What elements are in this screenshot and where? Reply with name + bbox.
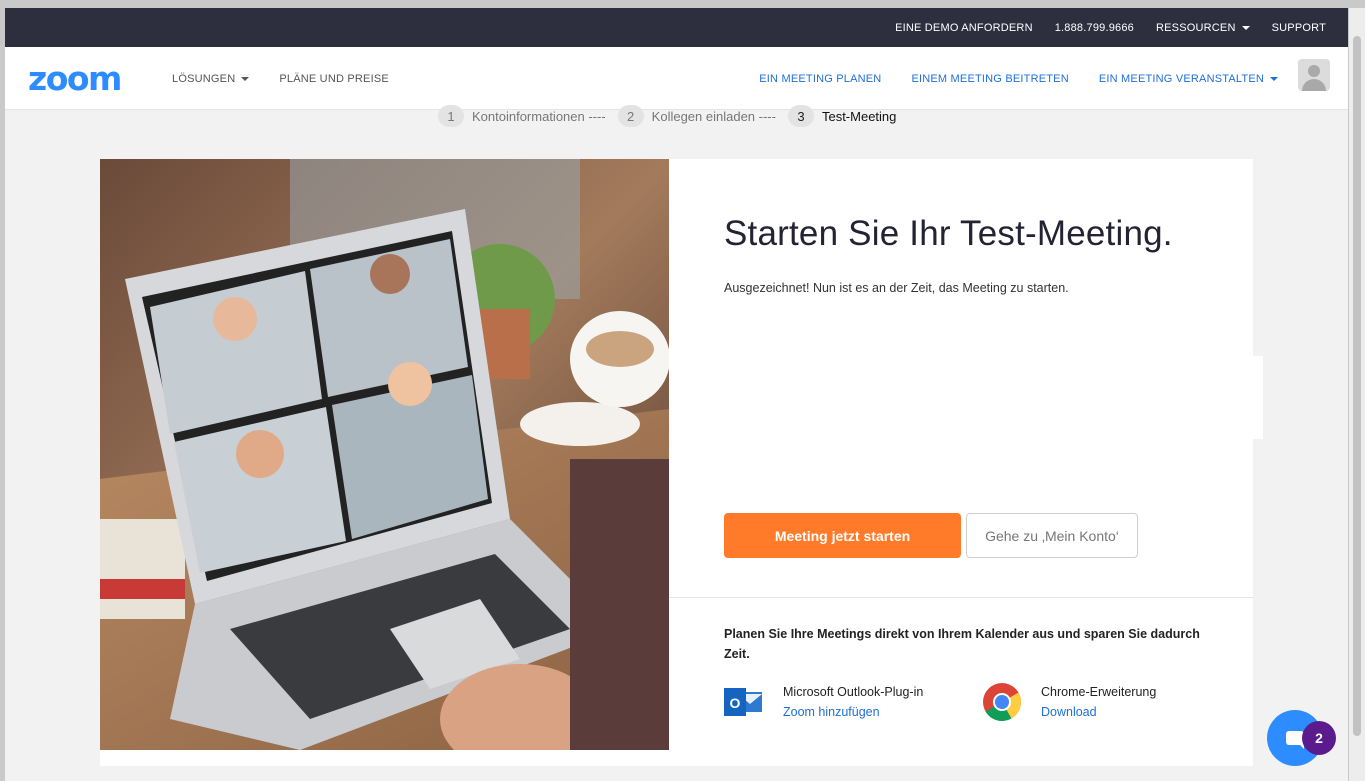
chevron-down-icon — [1270, 76, 1278, 81]
solutions-menu[interactable]: LÖSUNGEN — [172, 72, 250, 85]
step-number: 1 — [438, 105, 464, 127]
divider — [669, 597, 1253, 598]
user-icon — [1308, 65, 1320, 77]
host-meeting-label: EIN MEETING VERANSTALTEN — [1098, 72, 1264, 85]
join-meeting-link[interactable]: EINEM MEETING BEITRETEN — [911, 73, 1068, 85]
chrome-icon — [982, 682, 1022, 722]
step-invite-colleagues: 2 Kollegen einladen ---- — [617, 105, 776, 127]
utility-bar: EINE DEMO ANFORDERN 1.888.799.9666 RESSO… — [5, 8, 1348, 47]
progress-stepper: 1 Kontoinformationen ---- 2 Kollegen ein… — [438, 105, 908, 127]
card-content: Starten Sie Ihr Test-Meeting. Ausgezeich… — [669, 159, 1253, 766]
main-nav: zoom LÖSUNGEN PLÄNE UND PREISE EIN MEETI… — [5, 47, 1348, 110]
test-meeting-card: Starten Sie Ihr Test-Meeting. Ausgezeich… — [100, 159, 1253, 766]
phone-number[interactable]: 1.888.799.9666 — [1055, 22, 1134, 34]
step-label: Test-Meeting — [821, 108, 897, 124]
subtitle: Ausgezeichnet! Nun ist es an der Zeit, d… — [724, 281, 1069, 295]
support-link[interactable]: SUPPORT — [1272, 22, 1326, 34]
chrome-extension-name: Chrome-Erweiterung — [1041, 685, 1157, 699]
outlook-plugin-name: Microsoft Outlook-Plug-in — [783, 685, 924, 699]
chevron-down-icon — [241, 76, 250, 81]
chrome-extension: Chrome-Erweiterung Download — [982, 682, 1156, 722]
chevron-down-icon — [1241, 25, 1250, 30]
step-label: Kontoinformationen ---- — [472, 108, 606, 124]
my-account-button[interactable]: Gehe zu ‚Mein Konto‘ — [966, 513, 1138, 558]
download-link[interactable]: Download — [1041, 702, 1156, 722]
step-label: Kollegen einladen ---- — [651, 108, 776, 124]
scrollbar-thumb[interactable] — [1353, 36, 1361, 736]
outlook-plugin: O Microsoft Outlook-Plug-in Zoom hinzufü… — [724, 682, 923, 722]
solutions-label: LÖSUNGEN — [172, 72, 236, 85]
calendar-info-text: Planen Sie Ihre Meetings direkt von Ihre… — [724, 627, 1200, 661]
side-panel-edge — [1253, 356, 1263, 439]
hero-photo — [100, 159, 669, 750]
host-meeting-menu[interactable]: EIN MEETING VERANSTALTEN — [1099, 73, 1278, 85]
step-number: 3 — [787, 105, 814, 127]
laptop-video-call-image — [100, 159, 669, 750]
chat-notification-badge[interactable]: 2 — [1302, 721, 1336, 755]
resources-label: RESSOURCEN — [1155, 21, 1236, 34]
plans-pricing-link[interactable]: PLÄNE UND PREISE — [279, 73, 389, 85]
add-zoom-link[interactable]: Zoom hinzufügen — [783, 702, 923, 722]
step-number: 2 — [617, 105, 644, 127]
schedule-meeting-link[interactable]: EIN MEETING PLANEN — [759, 73, 881, 85]
avatar[interactable] — [1298, 59, 1330, 91]
step-test-meeting: 3 Test-Meeting — [787, 105, 897, 127]
scrollbar[interactable] — [1349, 8, 1365, 781]
svg-text:O: O — [730, 695, 741, 711]
zoom-logo[interactable]: zoom — [28, 59, 122, 98]
request-demo-link[interactable]: EINE DEMO ANFORDERN — [895, 22, 1033, 34]
page: EINE DEMO ANFORDERN 1.888.799.9666 RESSO… — [5, 8, 1348, 781]
start-meeting-button[interactable]: Meeting jetzt starten — [724, 513, 961, 558]
outlook-icon: O — [724, 682, 764, 722]
resources-menu[interactable]: RESSOURCEN — [1156, 22, 1250, 34]
step-account-info: 1 Kontoinformationen ---- — [438, 105, 606, 127]
page-title: Starten Sie Ihr Test-Meeting. — [724, 214, 1173, 253]
